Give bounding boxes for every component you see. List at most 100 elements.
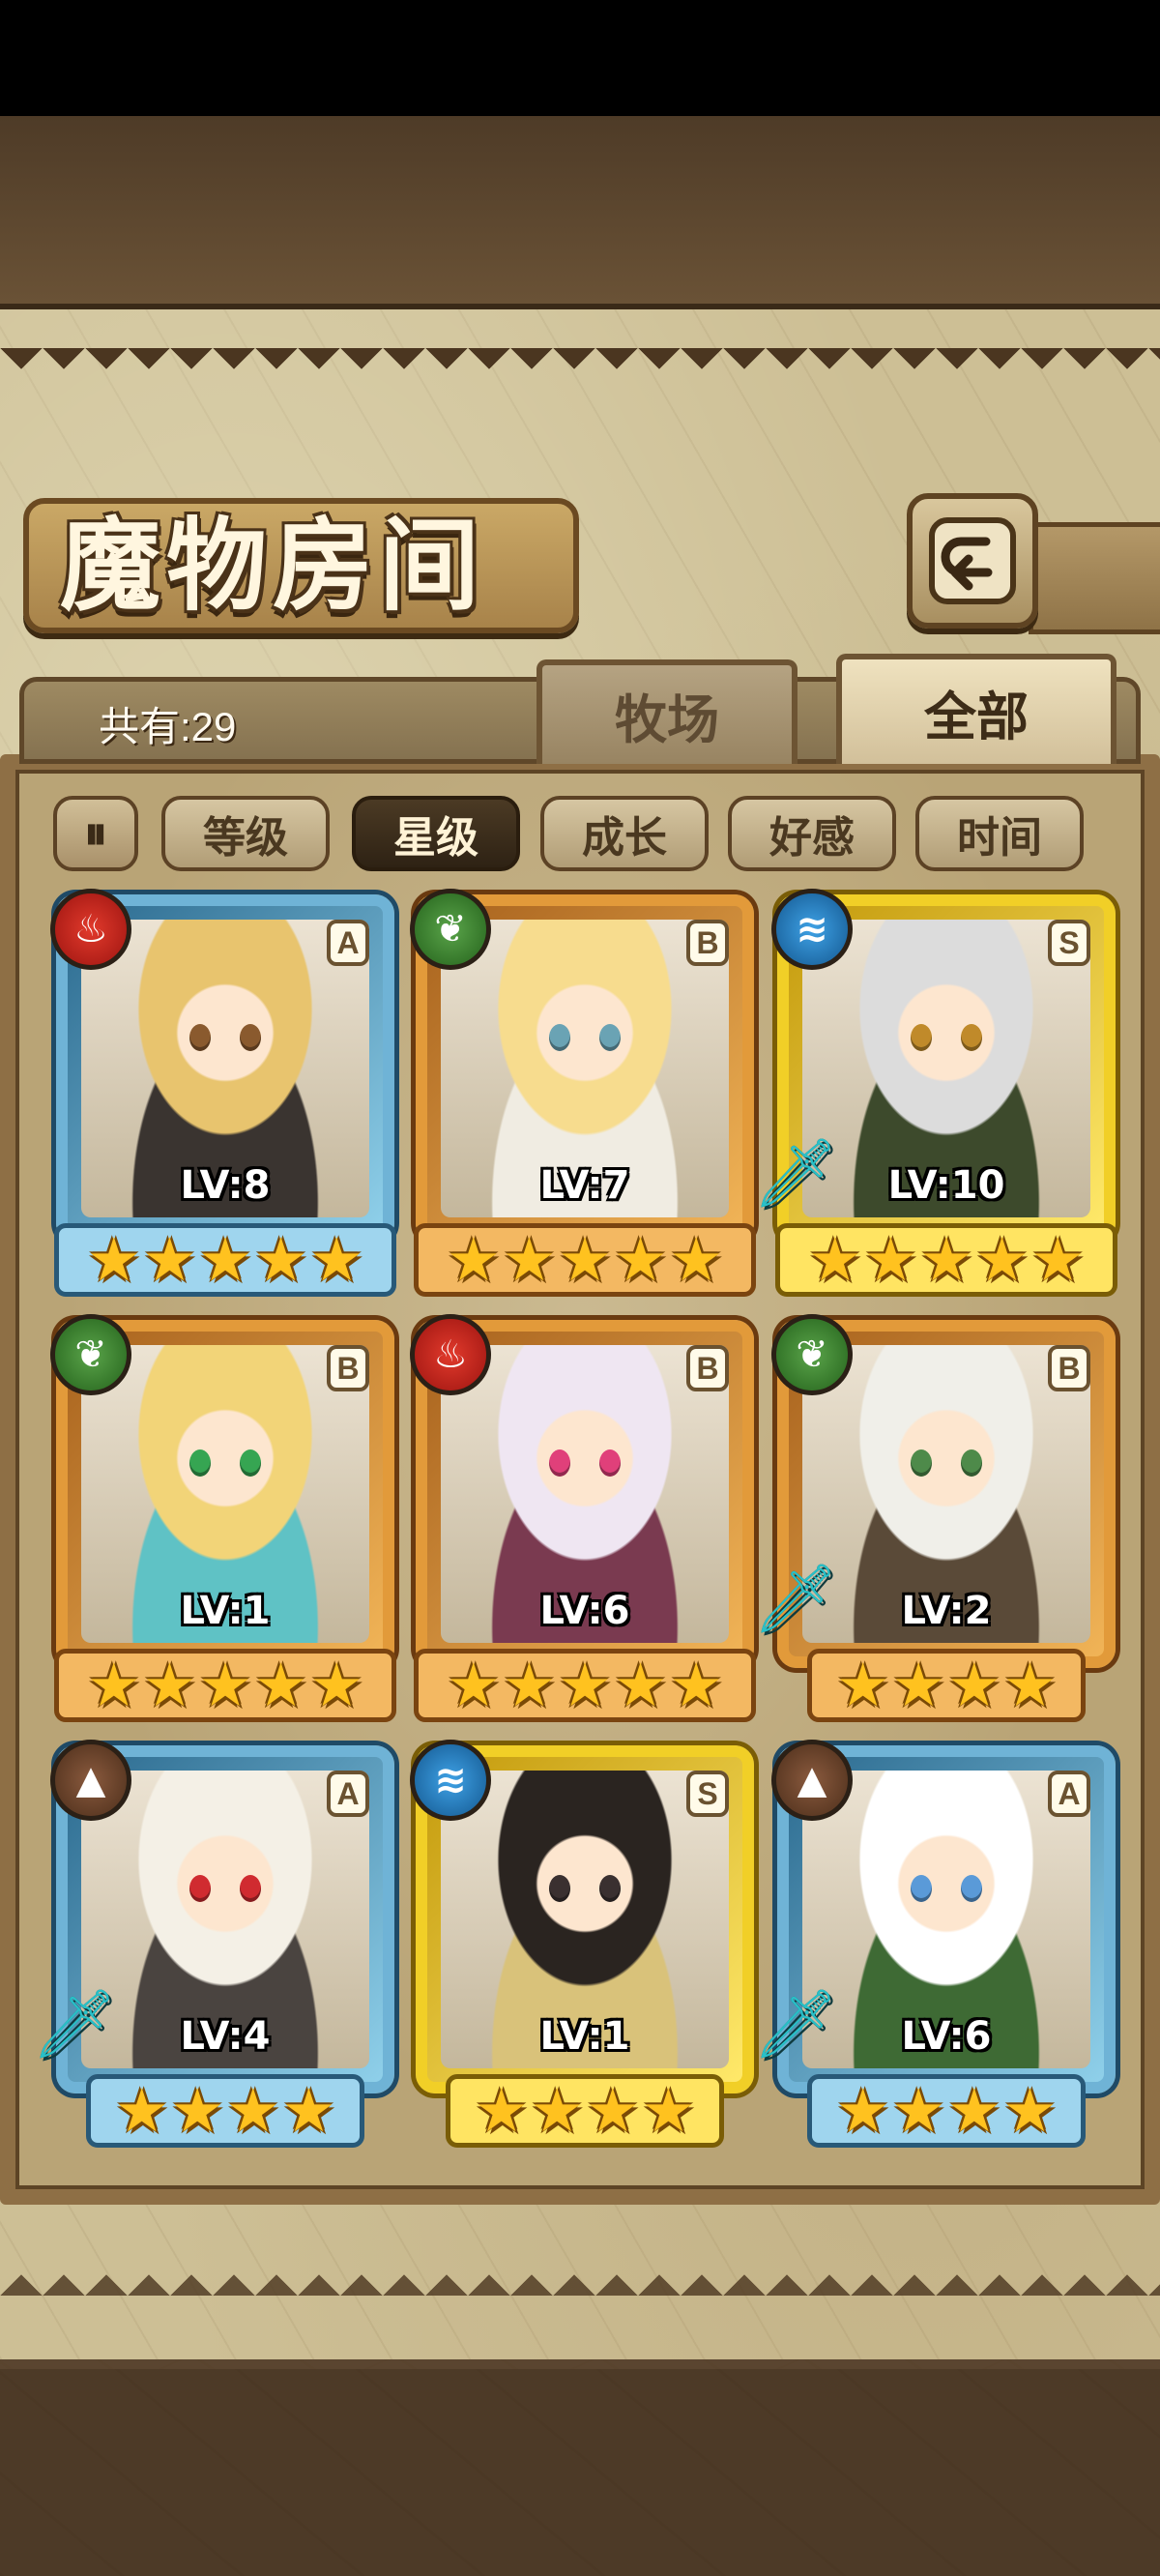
star-icon: ★ (226, 2075, 280, 2146)
star-icon: ★ (474, 2075, 529, 2146)
filter-growth[interactable]: 成长 (540, 796, 709, 871)
back-button[interactable] (907, 493, 1038, 629)
star-icon: ★ (1030, 1224, 1085, 1295)
portrait-eye (189, 1449, 211, 1477)
star-icon: ★ (170, 2075, 224, 2146)
star-icon: ★ (142, 1650, 197, 1720)
star-icon: ★ (1002, 1650, 1058, 1720)
star-icon: ★ (919, 1224, 973, 1295)
star-icon: ★ (309, 1224, 363, 1295)
star-icon: ★ (1002, 2075, 1058, 2146)
level-label: LV:10 (887, 1163, 1005, 1208)
star-icon: ★ (947, 2075, 1001, 2146)
level-label: LV:2 (901, 1589, 992, 1633)
star-icon: ★ (309, 1650, 363, 1720)
star-icon: ★ (253, 1650, 308, 1720)
filter-stars[interactable]: 星级 (352, 796, 520, 871)
star-bar: ★ ★ ★ ★ (807, 1649, 1086, 1722)
portrait-eye (189, 1024, 211, 1051)
monster-card[interactable]: B ♨ LV:6 ★ ★ ★ ★ ★ (410, 1314, 756, 1722)
portrait-eye (961, 1875, 982, 1902)
portrait-eye (911, 1024, 932, 1051)
portrait-eye (911, 1449, 932, 1477)
monster-card[interactable]: B ❦ LV:1 ★ ★ ★ ★ ★ (50, 1314, 396, 1722)
monster-card[interactable]: S ≋ 🗡 LV:10 ★ ★ ★ ★ ★ (753, 889, 1117, 1297)
star-icon: ★ (947, 1650, 1001, 1720)
page-title: 魔物房间 (60, 506, 486, 625)
top-band (0, 116, 1160, 309)
level-label: LV:4 (180, 2014, 271, 2059)
portrait-eye (599, 1449, 621, 1477)
star-icon: ★ (558, 1224, 612, 1295)
tab-farm[interactable]: 牧场 (536, 659, 798, 764)
monster-card[interactable]: B ❦ LV:7 ★ ★ ★ ★ ★ (410, 889, 756, 1297)
star-icon: ★ (863, 1224, 918, 1295)
star-icon: ★ (974, 1224, 1030, 1295)
zigzag-border-bottom (0, 2253, 1160, 2296)
level-label: LV:7 (539, 1163, 630, 1208)
portrait-eye (240, 1875, 261, 1902)
rarity-badge: B (327, 1345, 369, 1391)
star-bar: ★ ★ ★ ★ ★ (414, 1223, 756, 1297)
level-label: LV:8 (180, 1163, 271, 1208)
level-label: LV:6 (539, 1589, 630, 1633)
rarity-badge: B (686, 1345, 729, 1391)
star-bar: ★ ★ ★ ★ (446, 2074, 724, 2148)
star-bar: ★ ★ ★ ★ ★ (54, 1223, 396, 1297)
star-icon: ★ (502, 1650, 557, 1720)
water-element-icon: ≋ (410, 1740, 491, 1821)
star-bar: ★ ★ ★ ★ ★ (54, 1649, 396, 1722)
portrait-eye (911, 1875, 932, 1902)
water-element-icon: ≋ (771, 889, 853, 970)
star-icon: ★ (198, 1650, 252, 1720)
earth-element-icon: ▲ (50, 1740, 131, 1821)
star-icon: ★ (891, 2075, 945, 2146)
rarity-badge: A (327, 1771, 369, 1817)
star-icon: ★ (447, 1650, 501, 1720)
fire-element-icon: ♨ (50, 889, 131, 970)
bottom-map-strip (0, 2369, 1160, 2576)
star-icon: ★ (613, 1650, 668, 1720)
portrait-eye (961, 1449, 982, 1477)
filter-affection[interactable]: 好感 (728, 796, 896, 871)
rarity-badge: A (1048, 1771, 1090, 1817)
star-icon: ★ (641, 2075, 696, 2146)
sort-toggle-icon: ⏸ (83, 805, 107, 861)
star-icon: ★ (198, 1224, 252, 1295)
rarity-badge: S (686, 1771, 729, 1817)
nature-element-icon: ❦ (50, 1314, 131, 1395)
total-count: 共有:29 (99, 704, 237, 749)
star-icon: ★ (669, 1650, 723, 1720)
back-arrow-icon (929, 517, 1016, 604)
star-icon: ★ (253, 1224, 308, 1295)
portrait-eye (240, 1449, 261, 1477)
level-label: LV:1 (539, 2014, 630, 2059)
filter-time[interactable]: 时间 (915, 796, 1084, 871)
back-button-rail (1029, 522, 1160, 634)
sort-toggle-button[interactable]: ⏸ (53, 796, 138, 871)
star-bar: ★ ★ ★ ★ ★ (414, 1649, 756, 1722)
monster-card[interactable]: B ❦ 🗡 LV:2 ★ ★ ★ ★ (753, 1314, 1116, 1722)
star-icon: ★ (281, 2075, 336, 2146)
tab-bar: 共有:29 牧场 全部 (19, 654, 1141, 764)
zigzag-border-top (0, 348, 1160, 391)
monster-card[interactable]: A ▲ 🗡 LV:6 ★ ★ ★ ★ (753, 1740, 1116, 2148)
monster-card[interactable]: A ♨ LV:8 ★ ★ ★ ★ ★ (50, 889, 396, 1297)
star-icon: ★ (669, 1224, 723, 1295)
portrait-eye (599, 1875, 621, 1902)
portrait-eye (549, 1449, 570, 1477)
monster-card[interactable]: S ≋ LV:1 ★ ★ ★ ★ (410, 1740, 754, 2148)
filter-level[interactable]: 等级 (161, 796, 330, 871)
nature-element-icon: ❦ (410, 889, 491, 970)
nature-element-icon: ❦ (771, 1314, 853, 1395)
portrait-eye (549, 1875, 570, 1902)
monster-card[interactable]: A ▲ 🗡 LV:4 ★ ★ ★ ★ (32, 1740, 394, 2148)
star-icon: ★ (447, 1224, 501, 1295)
star-icon: ★ (835, 2075, 890, 2146)
star-bar: ★ ★ ★ ★ (86, 2074, 364, 2148)
star-icon: ★ (502, 1224, 557, 1295)
status-bar (0, 0, 1160, 116)
tab-all[interactable]: 全部 (836, 654, 1116, 764)
star-icon: ★ (142, 1224, 197, 1295)
star-icon: ★ (558, 1650, 612, 1720)
